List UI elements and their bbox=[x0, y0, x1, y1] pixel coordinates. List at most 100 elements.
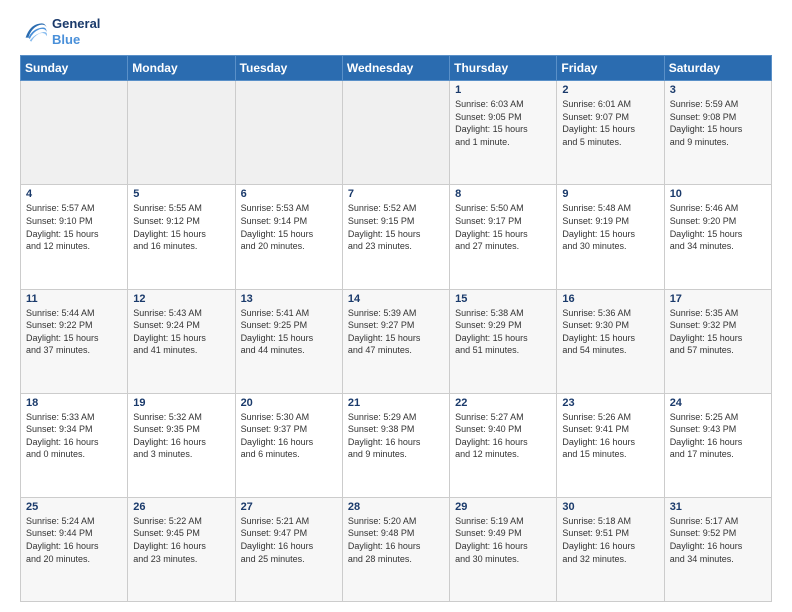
weekday-header-tuesday: Tuesday bbox=[235, 56, 342, 81]
calendar-cell: 9 Sunrise: 5:48 AM Sunset: 9:19 PM Daylig… bbox=[557, 185, 664, 289]
day-number: 4 bbox=[26, 188, 122, 200]
calendar-cell: 12 Sunrise: 5:43 AM Sunset: 9:24 PM Dayli… bbox=[128, 289, 235, 393]
calendar-cell: 2Sunrise: 6:01 AM Sunset: 9:07 PM Daylig… bbox=[557, 81, 664, 185]
calendar-cell: 30 Sunrise: 5:18 AM Sunset: 9:51 PM Dayli… bbox=[557, 497, 664, 601]
calendar-cell: 6 Sunrise: 5:53 AM Sunset: 9:14 PM Daylig… bbox=[235, 185, 342, 289]
day-number: 19 bbox=[133, 397, 229, 409]
day-number: 11 bbox=[26, 293, 122, 305]
weekday-header-friday: Friday bbox=[557, 56, 664, 81]
day-number: 9 bbox=[562, 188, 658, 200]
day-info: Sunrise: 5:36 AM Sunset: 9:30 PM Dayligh… bbox=[562, 307, 658, 357]
day-number: 29 bbox=[455, 501, 551, 513]
calendar-cell: 15 Sunrise: 5:38 AM Sunset: 9:29 PM Dayli… bbox=[450, 289, 557, 393]
calendar-cell: 25Sunrise: 5:24 AM Sunset: 9:44 PM Dayli… bbox=[21, 497, 128, 601]
calendar-cell bbox=[235, 81, 342, 185]
day-info: Sunrise: 5:24 AM Sunset: 9:44 PM Dayligh… bbox=[26, 515, 122, 565]
calendar-cell bbox=[128, 81, 235, 185]
day-number: 10 bbox=[670, 188, 766, 200]
calendar-cell: 29 Sunrise: 5:19 AM Sunset: 9:49 PM Dayli… bbox=[450, 497, 557, 601]
day-number: 27 bbox=[241, 501, 337, 513]
day-number: 5 bbox=[133, 188, 229, 200]
weekday-header-sunday: Sunday bbox=[21, 56, 128, 81]
day-info: Sunrise: 5:43 AM Sunset: 9:24 PM Dayligh… bbox=[133, 307, 229, 357]
header: General Blue bbox=[20, 16, 772, 47]
day-info: Sunrise: 5:32 AM Sunset: 9:35 PM Dayligh… bbox=[133, 411, 229, 461]
calendar-week-2: 4 Sunrise: 5:57 AM Sunset: 9:10 PM Daylig… bbox=[21, 185, 772, 289]
calendar-cell: 13 Sunrise: 5:41 AM Sunset: 9:25 PM Dayli… bbox=[235, 289, 342, 393]
day-number: 13 bbox=[241, 293, 337, 305]
calendar-cell: 21Sunrise: 5:29 AM Sunset: 9:38 PM Dayli… bbox=[342, 393, 449, 497]
calendar-cell: 26 Sunrise: 5:22 AM Sunset: 9:45 PM Dayli… bbox=[128, 497, 235, 601]
calendar-week-3: 11 Sunrise: 5:44 AM Sunset: 9:22 PM Dayli… bbox=[21, 289, 772, 393]
day-number: 8 bbox=[455, 188, 551, 200]
calendar-body: 1 Sunrise: 6:03 AM Sunset: 9:05 PM Daylig… bbox=[21, 81, 772, 602]
calendar-cell: 19 Sunrise: 5:32 AM Sunset: 9:35 PM Dayli… bbox=[128, 393, 235, 497]
logo-text: General Blue bbox=[52, 16, 100, 47]
day-number: 3 bbox=[670, 84, 766, 96]
calendar-cell: 31Sunrise: 5:17 AM Sunset: 9:52 PM Dayli… bbox=[664, 497, 771, 601]
calendar-cell: 14 Sunrise: 5:39 AM Sunset: 9:27 PM Dayli… bbox=[342, 289, 449, 393]
day-number: 28 bbox=[348, 501, 444, 513]
calendar-cell: 5 Sunrise: 5:55 AM Sunset: 9:12 PM Daylig… bbox=[128, 185, 235, 289]
weekday-header-monday: Monday bbox=[128, 56, 235, 81]
day-number: 1 bbox=[455, 84, 551, 96]
day-info: Sunrise: 5:30 AM Sunset: 9:37 PM Dayligh… bbox=[241, 411, 337, 461]
day-info: Sunrise: 5:57 AM Sunset: 9:10 PM Dayligh… bbox=[26, 202, 122, 252]
day-number: 26 bbox=[133, 501, 229, 513]
day-number: 23 bbox=[562, 397, 658, 409]
calendar-cell: 11 Sunrise: 5:44 AM Sunset: 9:22 PM Dayli… bbox=[21, 289, 128, 393]
day-number: 12 bbox=[133, 293, 229, 305]
day-info: Sunrise: 6:01 AM Sunset: 9:07 PM Dayligh… bbox=[562, 98, 658, 148]
day-number: 7 bbox=[348, 188, 444, 200]
calendar-cell: 16Sunrise: 5:36 AM Sunset: 9:30 PM Dayli… bbox=[557, 289, 664, 393]
calendar-week-1: 1 Sunrise: 6:03 AM Sunset: 9:05 PM Daylig… bbox=[21, 81, 772, 185]
calendar-cell bbox=[21, 81, 128, 185]
day-info: Sunrise: 5:25 AM Sunset: 9:43 PM Dayligh… bbox=[670, 411, 766, 461]
logo-icon bbox=[20, 18, 48, 46]
calendar-cell: 4 Sunrise: 5:57 AM Sunset: 9:10 PM Daylig… bbox=[21, 185, 128, 289]
calendar-cell bbox=[342, 81, 449, 185]
calendar-cell: 28 Sunrise: 5:20 AM Sunset: 9:48 PM Dayli… bbox=[342, 497, 449, 601]
day-info: Sunrise: 5:19 AM Sunset: 9:49 PM Dayligh… bbox=[455, 515, 551, 565]
day-info: Sunrise: 5:35 AM Sunset: 9:32 PM Dayligh… bbox=[670, 307, 766, 357]
day-info: Sunrise: 5:59 AM Sunset: 9:08 PM Dayligh… bbox=[670, 98, 766, 148]
day-number: 30 bbox=[562, 501, 658, 513]
day-info: Sunrise: 5:38 AM Sunset: 9:29 PM Dayligh… bbox=[455, 307, 551, 357]
logo: General Blue bbox=[20, 16, 100, 47]
day-number: 31 bbox=[670, 501, 766, 513]
day-number: 15 bbox=[455, 293, 551, 305]
day-number: 6 bbox=[241, 188, 337, 200]
calendar-cell: 24 Sunrise: 5:25 AM Sunset: 9:43 PM Dayli… bbox=[664, 393, 771, 497]
weekday-header-thursday: Thursday bbox=[450, 56, 557, 81]
day-info: Sunrise: 5:41 AM Sunset: 9:25 PM Dayligh… bbox=[241, 307, 337, 357]
day-info: Sunrise: 5:18 AM Sunset: 9:51 PM Dayligh… bbox=[562, 515, 658, 565]
calendar-cell: 8 Sunrise: 5:50 AM Sunset: 9:17 PM Daylig… bbox=[450, 185, 557, 289]
calendar-cell: 17Sunrise: 5:35 AM Sunset: 9:32 PM Dayli… bbox=[664, 289, 771, 393]
day-info: Sunrise: 5:20 AM Sunset: 9:48 PM Dayligh… bbox=[348, 515, 444, 565]
day-info: Sunrise: 5:29 AM Sunset: 9:38 PM Dayligh… bbox=[348, 411, 444, 461]
day-info: Sunrise: 5:27 AM Sunset: 9:40 PM Dayligh… bbox=[455, 411, 551, 461]
calendar-cell: 22 Sunrise: 5:27 AM Sunset: 9:40 PM Dayli… bbox=[450, 393, 557, 497]
calendar-cell: 10 Sunrise: 5:46 AM Sunset: 9:20 PM Dayli… bbox=[664, 185, 771, 289]
day-info: Sunrise: 5:21 AM Sunset: 9:47 PM Dayligh… bbox=[241, 515, 337, 565]
day-info: Sunrise: 5:55 AM Sunset: 9:12 PM Dayligh… bbox=[133, 202, 229, 252]
day-info: Sunrise: 6:03 AM Sunset: 9:05 PM Dayligh… bbox=[455, 98, 551, 148]
calendar-cell: 23Sunrise: 5:26 AM Sunset: 9:41 PM Dayli… bbox=[557, 393, 664, 497]
calendar-cell: 27 Sunrise: 5:21 AM Sunset: 9:47 PM Dayli… bbox=[235, 497, 342, 601]
day-info: Sunrise: 5:22 AM Sunset: 9:45 PM Dayligh… bbox=[133, 515, 229, 565]
day-info: Sunrise: 5:33 AM Sunset: 9:34 PM Dayligh… bbox=[26, 411, 122, 461]
day-info: Sunrise: 5:53 AM Sunset: 9:14 PM Dayligh… bbox=[241, 202, 337, 252]
day-number: 14 bbox=[348, 293, 444, 305]
day-info: Sunrise: 5:52 AM Sunset: 9:15 PM Dayligh… bbox=[348, 202, 444, 252]
calendar-cell: 1 Sunrise: 6:03 AM Sunset: 9:05 PM Daylig… bbox=[450, 81, 557, 185]
day-number: 22 bbox=[455, 397, 551, 409]
day-number: 24 bbox=[670, 397, 766, 409]
page: General Blue SundayMondayTuesdayWednesda… bbox=[0, 0, 792, 612]
day-info: Sunrise: 5:50 AM Sunset: 9:17 PM Dayligh… bbox=[455, 202, 551, 252]
day-info: Sunrise: 5:39 AM Sunset: 9:27 PM Dayligh… bbox=[348, 307, 444, 357]
day-info: Sunrise: 5:44 AM Sunset: 9:22 PM Dayligh… bbox=[26, 307, 122, 357]
day-info: Sunrise: 5:48 AM Sunset: 9:19 PM Dayligh… bbox=[562, 202, 658, 252]
day-info: Sunrise: 5:46 AM Sunset: 9:20 PM Dayligh… bbox=[670, 202, 766, 252]
calendar-cell: 3 Sunrise: 5:59 AM Sunset: 9:08 PM Daylig… bbox=[664, 81, 771, 185]
calendar-header-row: SundayMondayTuesdayWednesdayThursdayFrid… bbox=[21, 56, 772, 81]
